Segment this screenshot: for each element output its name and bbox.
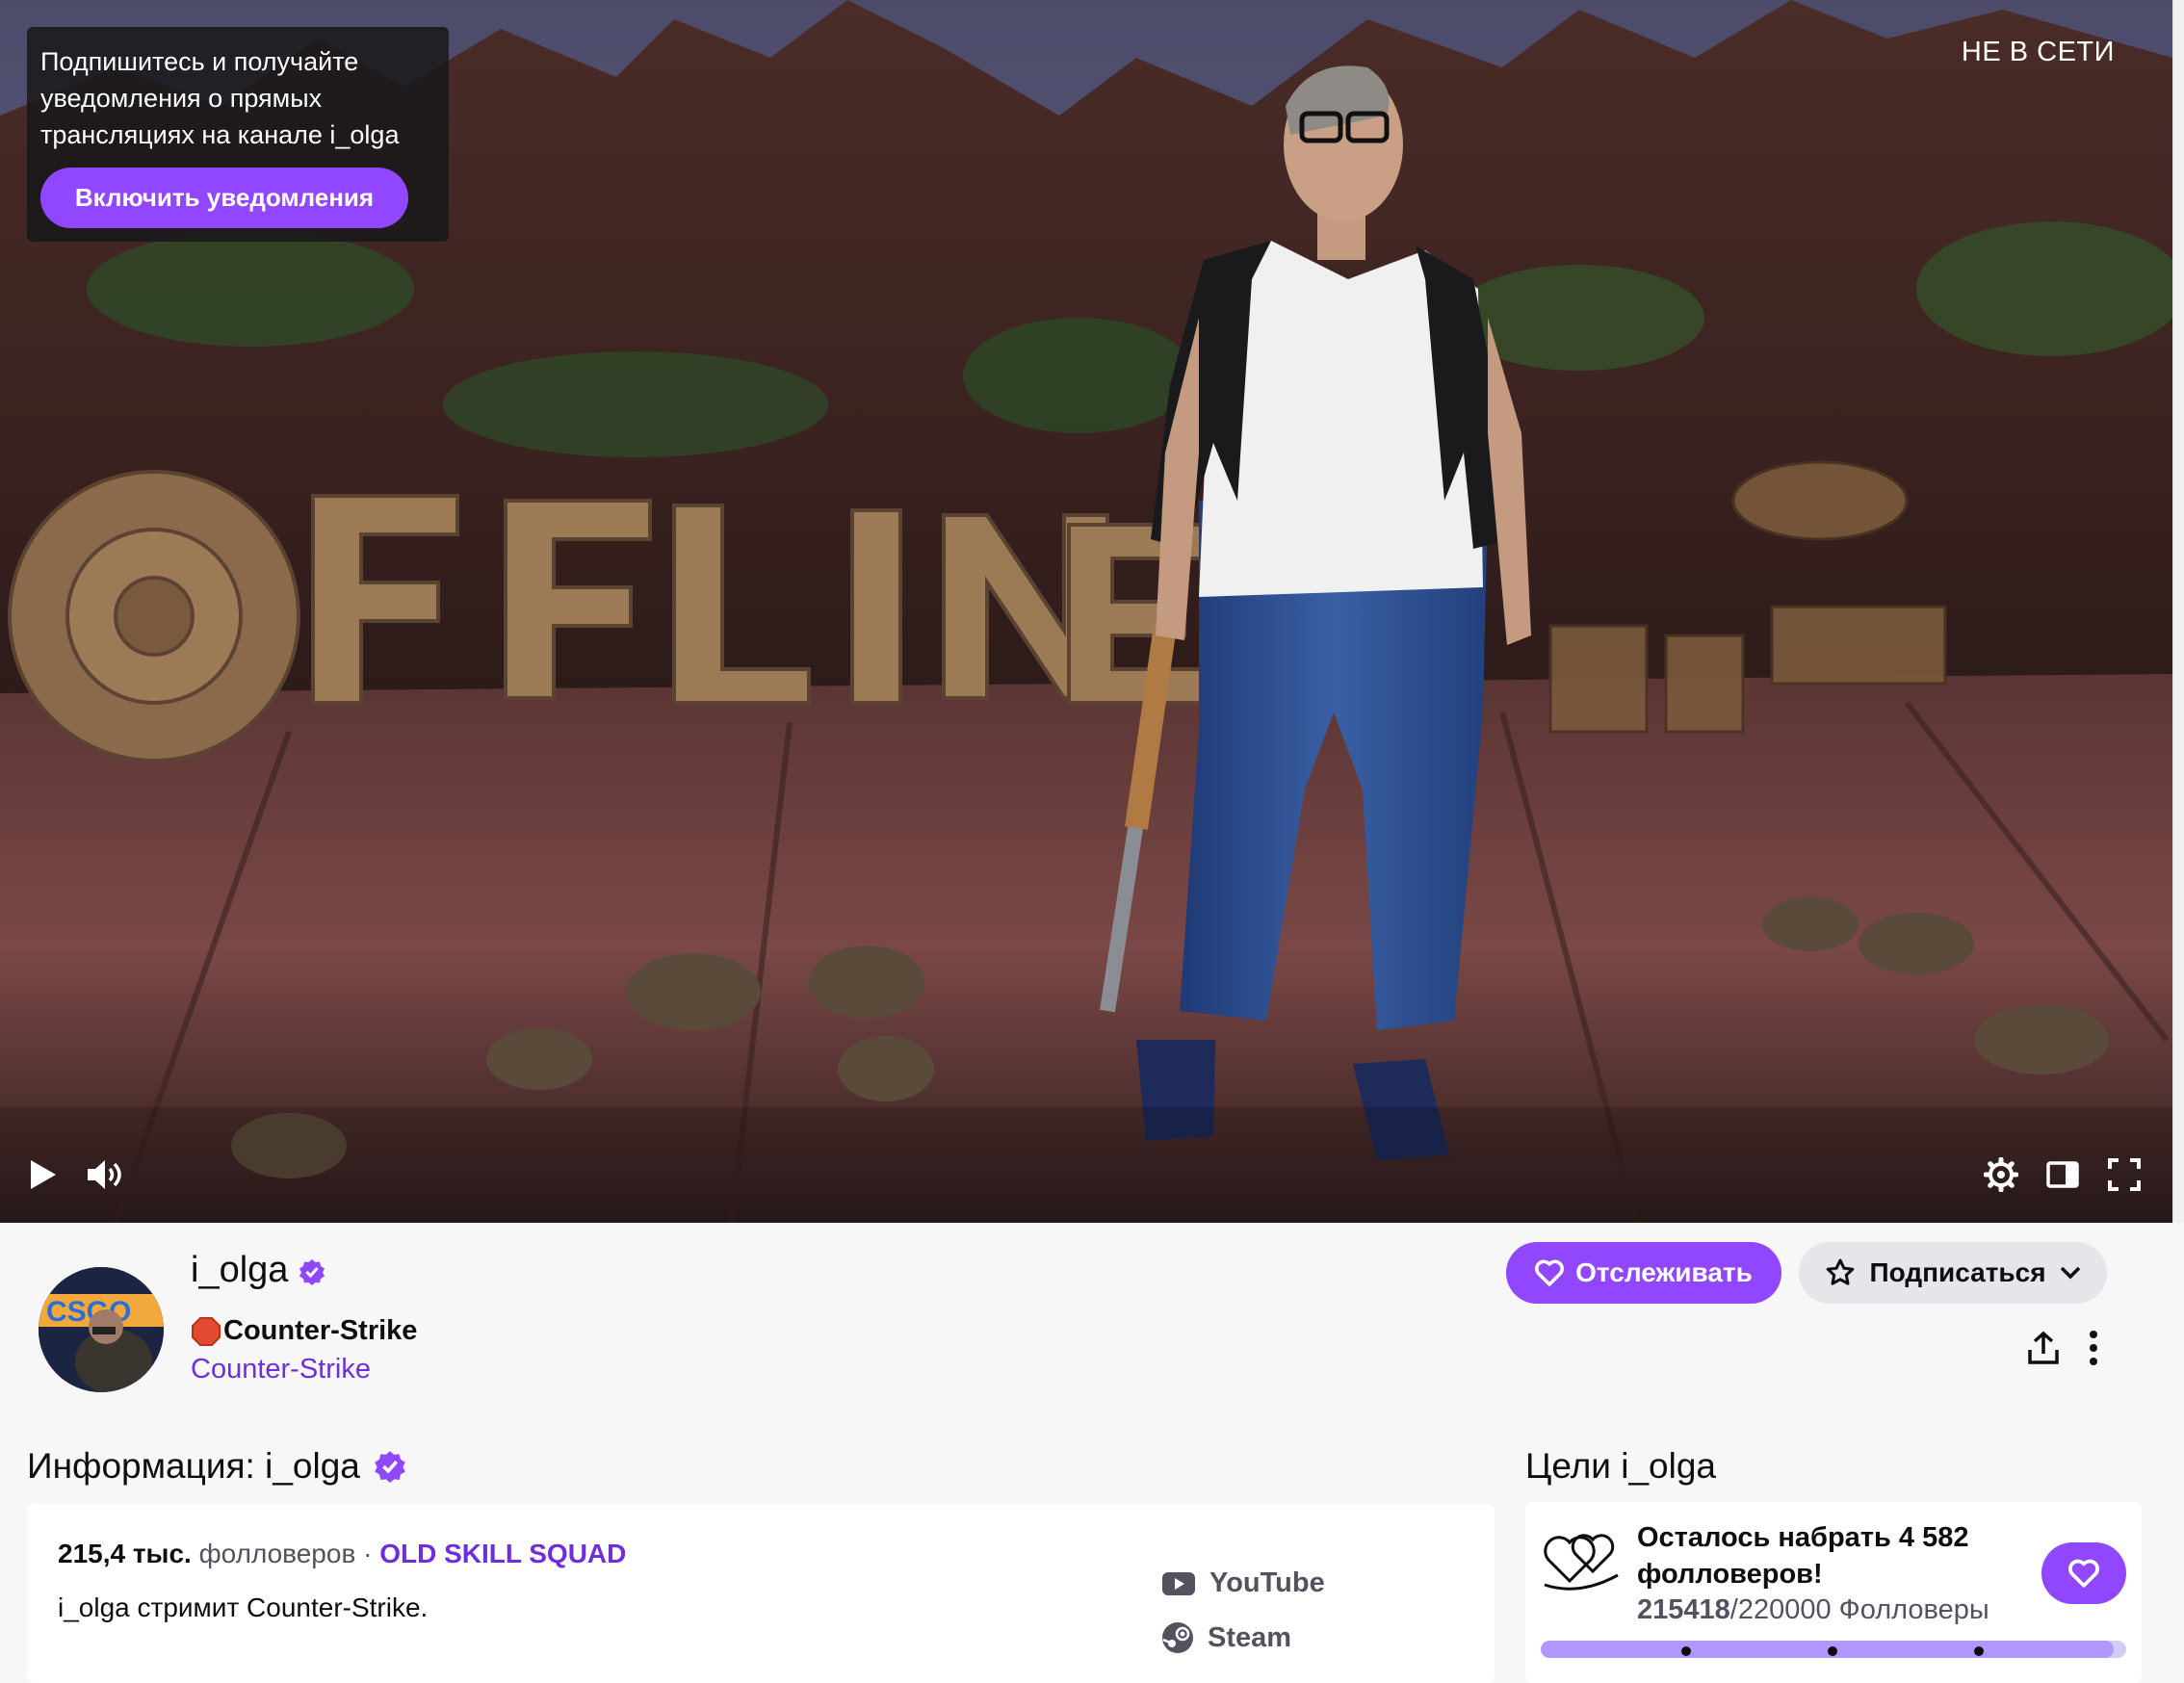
hearts-goal-icon bbox=[1544, 1534, 1619, 1591]
volume-icon[interactable] bbox=[81, 1152, 127, 1198]
followers-word: фолловеров bbox=[198, 1539, 356, 1568]
steam-icon bbox=[1162, 1622, 1193, 1653]
video-player[interactable]: Подпишитесь и получайте уведомления о пр… bbox=[0, 0, 2172, 1223]
fullscreen-icon[interactable] bbox=[2101, 1152, 2147, 1198]
follow-button-label: Отслеживать bbox=[1575, 1257, 1753, 1287]
about-heading-text: Информация: i_olga bbox=[27, 1446, 360, 1486]
goal-milestone-marker bbox=[1681, 1646, 1691, 1656]
enable-notifications-button[interactable]: Включить уведомления bbox=[40, 168, 408, 228]
team-link[interactable]: OLD SKILL SQUAD bbox=[379, 1539, 626, 1568]
subscribe-button[interactable]: Подписаться bbox=[1799, 1242, 2107, 1304]
about-heading: Информация: i_olga bbox=[27, 1446, 406, 1487]
channel-avatar[interactable]: CSGO bbox=[39, 1267, 164, 1392]
followers-count: 215,4 тыс. bbox=[58, 1539, 192, 1568]
stream-title: Counter-Strike bbox=[191, 1315, 417, 1347]
channel-bio: i_olga стримит Counter-Strike. bbox=[58, 1592, 429, 1622]
chevron-down-icon bbox=[2060, 1266, 2080, 1280]
verified-badge-icon bbox=[375, 1451, 405, 1483]
goal-milestone-marker bbox=[1974, 1646, 1984, 1656]
goal-target: /220000 bbox=[1729, 1594, 1832, 1625]
share-button[interactable] bbox=[2016, 1321, 2070, 1375]
goal-title: Осталось набрать 4 582 фолловеров! bbox=[1637, 1522, 1969, 1590]
separator: · bbox=[363, 1539, 373, 1568]
goal-current: 215418 bbox=[1637, 1594, 1730, 1625]
stop-sign-icon bbox=[192, 1316, 221, 1346]
follow-button[interactable]: Отслеживать bbox=[1506, 1242, 1781, 1304]
goals-heading: Цели i_olga bbox=[1525, 1446, 1717, 1486]
heart-icon bbox=[2068, 1559, 2099, 1588]
verified-badge-icon bbox=[299, 1259, 325, 1285]
theatre-mode-icon[interactable] bbox=[2040, 1152, 2086, 1198]
goal-unit: Фолловеры bbox=[1838, 1594, 1989, 1625]
play-icon[interactable] bbox=[19, 1152, 65, 1198]
about-card: 215,4 тыс. фолловеров · OLD SKILL SQUAD … bbox=[27, 1504, 1495, 1683]
more-vertical-icon bbox=[2090, 1331, 2097, 1365]
goal-milestone-marker bbox=[1828, 1646, 1837, 1656]
offline-status-label: НЕ В СЕТИ bbox=[1961, 37, 2115, 67]
goal-progress-text: 215418/220000 Фолловеры bbox=[1637, 1594, 1989, 1626]
heart-icon bbox=[1535, 1259, 1565, 1286]
notification-prompt-text: Подпишитесь и получайте уведомления о пр… bbox=[40, 47, 400, 149]
stats-line: 215,4 тыс. фолловеров · OLD SKILL SQUAD bbox=[58, 1539, 626, 1569]
category-link[interactable]: Counter-Strike bbox=[191, 1354, 371, 1385]
steam-link[interactable]: Steam bbox=[1161, 1621, 1291, 1654]
settings-icon[interactable] bbox=[1978, 1152, 2024, 1198]
youtube-link[interactable]: YouTube bbox=[1161, 1567, 1325, 1599]
youtube-label: YouTube bbox=[1209, 1567, 1325, 1598]
goal-follow-button[interactable] bbox=[2041, 1542, 2126, 1604]
star-icon bbox=[1827, 1258, 1855, 1285]
youtube-icon bbox=[1162, 1571, 1195, 1595]
steam-label: Steam bbox=[1208, 1621, 1292, 1653]
page-scrollbar[interactable] bbox=[2172, 0, 2184, 1223]
subscribe-button-label: Подписаться bbox=[1869, 1257, 2046, 1287]
share-icon bbox=[2028, 1331, 2059, 1364]
channel-name[interactable]: i_olga bbox=[191, 1250, 288, 1291]
follower-goal-card: Осталось набрать 4 582 фолловеров! 21541… bbox=[1525, 1502, 2142, 1683]
more-options-button[interactable] bbox=[2067, 1321, 2120, 1375]
stream-title-text: Counter-Strike bbox=[223, 1315, 418, 1346]
goal-progress-bar bbox=[1541, 1641, 2126, 1658]
